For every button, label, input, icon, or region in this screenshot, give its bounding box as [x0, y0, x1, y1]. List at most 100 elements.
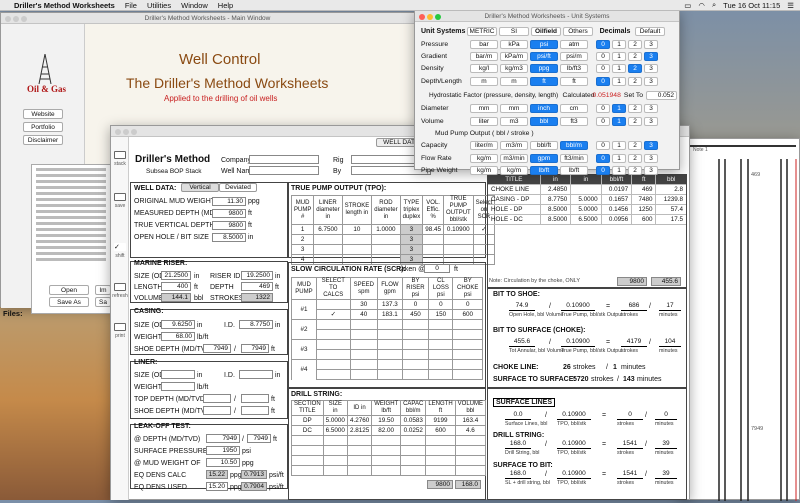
unit-option[interactable]: kPa — [500, 39, 528, 49]
company-field[interactable] — [249, 155, 319, 164]
menu-window[interactable]: Window — [181, 1, 208, 10]
decimals-option[interactable]: 0 — [596, 52, 610, 62]
decimals-option[interactable]: 2 — [628, 166, 642, 176]
scr-cell[interactable] — [349, 329, 379, 340]
drill-cell[interactable] — [371, 435, 402, 446]
drill-cell[interactable] — [400, 435, 427, 446]
eq-dens-calc[interactable]: 15.22 — [206, 470, 228, 479]
save-as-button[interactable]: Save As — [49, 297, 89, 307]
drill-cell[interactable]: 6.5000 — [322, 425, 348, 436]
decimals-option[interactable]: 2 — [628, 64, 642, 74]
check-icon[interactable]: ✓ — [114, 243, 126, 251]
drill-cell[interactable] — [454, 455, 487, 466]
unit-option[interactable]: mm — [500, 104, 528, 114]
scr-select-checkbox[interactable] — [315, 339, 351, 350]
unit-option[interactable]: bar/m — [470, 52, 498, 62]
unit-option[interactable]: lb/ft3 — [560, 64, 588, 74]
riser-depth[interactable]: 469 — [241, 282, 273, 291]
drill-cell[interactable] — [322, 455, 348, 466]
bit-to-shoe-value[interactable]: 0.10900 — [561, 302, 595, 311]
eq-grad-calc[interactable]: 0.7913 — [241, 470, 267, 479]
minimize-button[interactable] — [13, 15, 19, 22]
drill-cell[interactable]: DC — [291, 425, 324, 436]
decimals-option[interactable]: 2 — [628, 153, 642, 163]
unit-option[interactable]: liter — [470, 116, 498, 126]
taken-depth[interactable]: 0 — [424, 264, 450, 273]
drill-cell[interactable] — [322, 465, 348, 476]
pump-cell[interactable] — [371, 244, 401, 255]
pump-cell[interactable]: 0.10900 — [443, 224, 474, 235]
unit-option[interactable]: m — [470, 76, 498, 86]
unit-option[interactable]: kg/l — [470, 64, 498, 74]
decimals-option[interactable]: 0 — [596, 141, 610, 151]
save-icon[interactable] — [114, 193, 126, 201]
system-tab-oilfield[interactable]: Oilfield — [531, 27, 561, 36]
decimals-option[interactable]: 1 — [612, 153, 626, 163]
drill-cell[interactable] — [454, 435, 487, 446]
close-button[interactable] — [419, 13, 425, 20]
unit-option[interactable]: psi — [530, 39, 558, 49]
riser-size[interactable]: 21.2500 — [161, 271, 191, 280]
system-tab-others[interactable]: Others — [563, 27, 593, 36]
unit-option[interactable]: kg/m3 — [500, 64, 528, 74]
pump-cell[interactable]: 3 — [399, 244, 424, 255]
print-icon[interactable] — [114, 323, 126, 331]
unit-option[interactable]: bbl/ft — [530, 141, 558, 151]
drill-cell[interactable]: DP — [291, 415, 324, 426]
decimals-option[interactable]: 3 — [644, 39, 658, 49]
decimals-option[interactable]: 2 — [628, 141, 642, 151]
drill-cell[interactable] — [346, 435, 373, 446]
liner-id[interactable] — [239, 370, 273, 379]
eq-dens-used[interactable]: 15.20 — [206, 482, 228, 491]
decimals-option[interactable]: 0 — [596, 104, 610, 114]
decimals-option[interactable]: 3 — [644, 64, 658, 74]
drill-total-length[interactable]: 9800 — [427, 480, 453, 489]
default-button[interactable]: Default — [635, 27, 665, 36]
drill-cell[interactable] — [291, 435, 324, 446]
decimals-option[interactable]: 2 — [628, 39, 642, 49]
decimals-option[interactable]: 1 — [612, 116, 626, 126]
decimals-option[interactable]: 0 — [596, 39, 610, 49]
decimals-option[interactable]: 3 — [644, 52, 658, 62]
pump-cell[interactable] — [443, 234, 474, 245]
scr-select-checkbox[interactable] — [315, 349, 351, 360]
scr-cell[interactable]: 40 — [349, 309, 379, 320]
unit-option[interactable]: m3/min — [500, 153, 528, 163]
decimals-option[interactable]: 3 — [644, 76, 658, 86]
casing-weight[interactable]: 68.00 — [161, 332, 195, 341]
pump-cell[interactable] — [371, 234, 401, 245]
pump-cell[interactable]: 3 — [399, 234, 424, 245]
app-menu[interactable]: Driller's Method Worksheets — [14, 1, 115, 10]
unit-option[interactable]: ft — [560, 76, 588, 86]
liner-weight[interactable] — [161, 382, 195, 391]
casing-size[interactable]: 9.6250 — [161, 320, 195, 329]
bit-to-surface-value[interactable]: 0.10900 — [561, 338, 595, 347]
pump-cell[interactable]: 98.45 — [422, 224, 445, 235]
portfolio-button[interactable]: Portfolio — [23, 122, 63, 132]
zoom-button[interactable] — [131, 128, 137, 135]
eq-grad-used[interactable]: 0.7904 — [241, 482, 267, 491]
unit-option[interactable]: ft3/min — [560, 153, 588, 163]
decimals-option[interactable]: 1 — [612, 64, 626, 74]
decimals-option[interactable]: 1 — [612, 39, 626, 49]
drill-cell[interactable]: 2.8125 — [346, 425, 373, 436]
unit-option[interactable]: gpm — [530, 153, 558, 163]
decimals-option[interactable]: 1 — [612, 52, 626, 62]
decimals-option[interactable]: 0 — [596, 64, 610, 74]
drill-cell[interactable] — [425, 445, 456, 456]
casing-shoe-tvd[interactable]: 7949 — [241, 344, 269, 353]
surface-pressure[interactable]: 1950 — [206, 446, 240, 455]
drill-string-calc-value[interactable]: 168.0 — [505, 440, 531, 449]
pump-cell[interactable] — [341, 244, 373, 255]
pump-cell[interactable] — [443, 244, 474, 255]
casing-shoe-md[interactable]: 7949 — [203, 344, 231, 353]
decimals-option[interactable]: 2 — [628, 104, 642, 114]
pump-cell[interactable] — [313, 244, 343, 255]
drill-cell[interactable] — [322, 445, 348, 456]
decimals-option[interactable]: 3 — [644, 153, 658, 163]
system-tab-metric[interactable]: METRIC — [467, 27, 497, 36]
pump-cell[interactable]: 10 — [341, 224, 373, 235]
surface-lines-value[interactable]: 0.0 — [505, 411, 531, 420]
vertical-tab[interactable]: Vertical — [181, 183, 219, 192]
unit-option[interactable]: m3 — [500, 116, 528, 126]
